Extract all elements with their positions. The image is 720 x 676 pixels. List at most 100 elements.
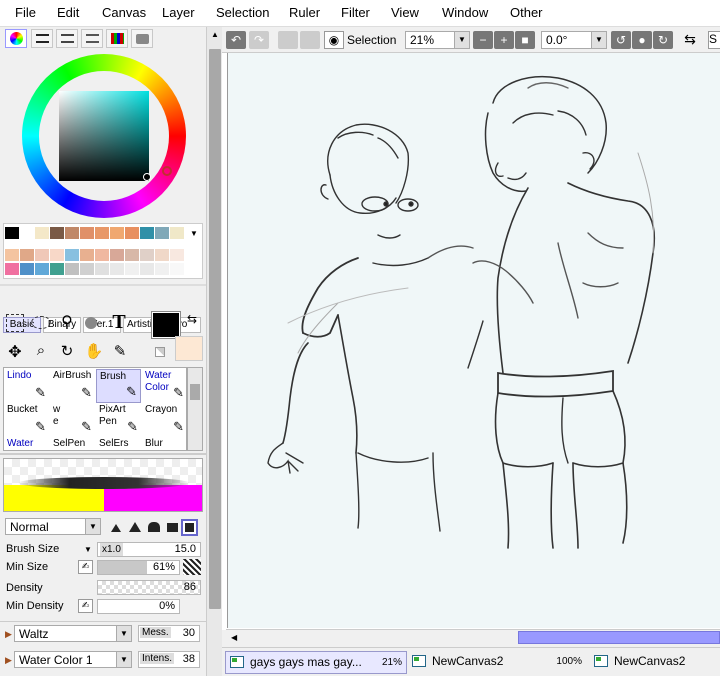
- color-swatch[interactable]: [35, 263, 49, 275]
- eyedropper-icon[interactable]: ✎: [110, 342, 130, 362]
- scroll-up-icon[interactable]: ▲: [211, 30, 219, 39]
- zoom-icon[interactable]: ⌕: [31, 342, 51, 362]
- color-swatch[interactable]: [155, 263, 169, 275]
- color-swatch[interactable]: [65, 249, 79, 261]
- rotate-icon[interactable]: ↻: [57, 342, 77, 362]
- brush-brush[interactable]: Brush ✎: [96, 369, 141, 403]
- redo-icon[interactable]: ↷: [249, 31, 269, 49]
- brush-pixart-pen[interactable]: PixArt Pen ✎: [96, 403, 141, 437]
- brush-water[interactable]: Water: [4, 437, 49, 451]
- brush-size-slider[interactable]: x1.0 15.0: [97, 542, 201, 557]
- zoom-reset-icon[interactable]: ■: [515, 31, 535, 49]
- panel-scrollbar[interactable]: ▲: [206, 27, 222, 676]
- swap-colors-icon[interactable]: ⇆: [187, 312, 197, 326]
- color-wheel-mode-button[interactable]: [5, 29, 27, 48]
- texture-select[interactable]: Waltz ▼: [14, 625, 132, 642]
- hsv-slider-button[interactable]: [56, 29, 78, 48]
- min-size-slider[interactable]: 61%: [97, 560, 180, 575]
- color-swatch[interactable]: [170, 249, 184, 261]
- brush-shape-icon[interactable]: [148, 522, 160, 532]
- color-swatch[interactable]: [35, 227, 49, 239]
- stabilizer-truncated[interactable]: S: [708, 31, 720, 49]
- drawing-canvas[interactable]: [227, 53, 720, 628]
- brush-selpen[interactable]: SelPen: [50, 437, 95, 451]
- document-tab[interactable]: NewCanvas2: [590, 651, 720, 674]
- swatch-grid-button[interactable]: [106, 29, 128, 48]
- undo-icon[interactable]: ↶: [226, 31, 246, 49]
- lasso-icon[interactable]: [31, 316, 51, 329]
- color-swatch[interactable]: [20, 263, 34, 275]
- blend-mode-select[interactable]: Normal ▼: [5, 518, 101, 535]
- menu-view[interactable]: View: [391, 5, 419, 20]
- color-swatch[interactable]: [170, 227, 184, 239]
- menu-ruler[interactable]: Ruler: [289, 5, 320, 20]
- brush-airbrush[interactable]: AirBrush ✎: [50, 369, 95, 403]
- magic-wand-icon[interactable]: ⚲: [58, 313, 76, 333]
- flip-horizontal-icon[interactable]: ⇆: [680, 31, 700, 49]
- color-swatch[interactable]: [140, 263, 154, 275]
- document-tab-active[interactable]: gays gays mas gay... 21%: [225, 651, 407, 674]
- color-swatch[interactable]: [155, 249, 169, 261]
- rotate-reset-icon[interactable]: ●: [632, 31, 652, 49]
- scrollbar-thumb[interactable]: [518, 631, 720, 644]
- transparent-color-icon[interactable]: [155, 347, 165, 357]
- color-swatch[interactable]: [95, 227, 109, 239]
- hue-picker-marker[interactable]: [162, 166, 172, 176]
- menu-edit[interactable]: Edit: [57, 5, 79, 20]
- brush-size-dropdown-icon[interactable]: ▼: [84, 545, 92, 554]
- pressure-toggle-icon[interactable]: ✍: [78, 560, 93, 574]
- brush-w-e[interactable]: w e ✎: [50, 403, 95, 437]
- color-swatch[interactable]: [110, 249, 124, 261]
- color-swatch[interactable]: [80, 263, 94, 275]
- menu-canvas[interactable]: Canvas: [102, 5, 146, 20]
- text-tool-icon[interactable]: T: [108, 311, 130, 333]
- palette-menu-icon[interactable]: ▼: [190, 229, 198, 238]
- expand-arrow-icon[interactable]: ▶: [5, 629, 12, 640]
- invert-selection-icon[interactable]: [300, 31, 320, 49]
- scroll-left-icon[interactable]: ◀: [231, 633, 237, 642]
- color-swatch[interactable]: [20, 227, 34, 239]
- menu-layer[interactable]: Layer: [162, 5, 195, 20]
- bleed-select[interactable]: Water Color 1 ▼: [14, 651, 132, 668]
- texture-pattern-icon[interactable]: [183, 559, 201, 575]
- color-swatch[interactable]: [50, 249, 64, 261]
- brush-grid-scrollbar[interactable]: [187, 367, 203, 451]
- color-swatch[interactable]: [140, 227, 154, 239]
- brush-crayon[interactable]: Crayon ✎: [142, 403, 187, 437]
- hand-icon[interactable]: ✋: [84, 342, 104, 362]
- menu-filter[interactable]: Filter: [341, 5, 370, 20]
- canvas-area[interactable]: [222, 53, 720, 630]
- bleed-strength-slider[interactable]: Intens. 38: [138, 651, 200, 668]
- rotate-ccw-icon[interactable]: ↺: [611, 31, 631, 49]
- menu-file[interactable]: File: [15, 5, 36, 20]
- secondary-color[interactable]: [175, 336, 203, 361]
- color-swatch[interactable]: [125, 227, 139, 239]
- menu-selection[interactable]: Selection: [216, 5, 269, 20]
- brush-bucket[interactable]: Bucket ✎: [4, 403, 49, 437]
- brush-blur[interactable]: Blur: [142, 437, 187, 451]
- color-swatch[interactable]: [125, 263, 139, 275]
- color-swatch[interactable]: [170, 263, 184, 275]
- color-swatch[interactable]: [110, 263, 124, 275]
- color-swatch[interactable]: [50, 263, 64, 275]
- menu-other[interactable]: Other: [510, 5, 543, 20]
- color-swatch[interactable]: [35, 249, 49, 261]
- palette-list-button[interactable]: [81, 29, 103, 48]
- deselect-icon[interactable]: [278, 31, 298, 49]
- color-swatch[interactable]: [80, 249, 94, 261]
- color-swatch[interactable]: [5, 263, 19, 275]
- brush-water-color[interactable]: Water Color ✎: [142, 369, 187, 403]
- color-swatch[interactable]: [95, 249, 109, 261]
- zoom-in-icon[interactable]: +: [494, 31, 514, 49]
- brush-size-multiplier[interactable]: x1.0: [100, 543, 123, 556]
- primary-color[interactable]: [151, 311, 181, 339]
- color-swatch[interactable]: [125, 249, 139, 261]
- menu-window[interactable]: Window: [442, 5, 488, 20]
- eye-icon[interactable]: ◉: [324, 31, 344, 49]
- brush-lindo[interactable]: Lindo ✎: [4, 369, 49, 403]
- expand-arrow-icon[interactable]: ▶: [5, 655, 12, 666]
- color-swatch[interactable]: [110, 227, 124, 239]
- color-swatch[interactable]: [155, 227, 169, 239]
- zoom-out-icon[interactable]: −: [473, 31, 493, 49]
- brush-shape-icon[interactable]: [129, 522, 141, 532]
